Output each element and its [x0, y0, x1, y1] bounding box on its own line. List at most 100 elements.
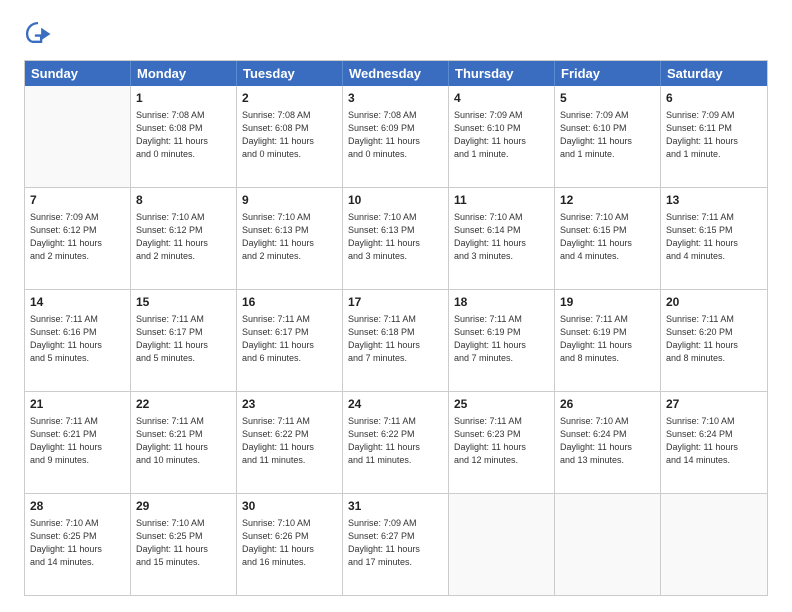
day-number: 15	[136, 294, 231, 311]
cell-details: Sunrise: 7:09 AM Sunset: 6:27 PM Dayligh…	[348, 517, 443, 569]
calendar-row: 7Sunrise: 7:09 AM Sunset: 6:12 PM Daylig…	[25, 187, 767, 289]
cell-details: Sunrise: 7:10 AM Sunset: 6:14 PM Dayligh…	[454, 211, 549, 263]
header	[24, 20, 768, 48]
cell-details: Sunrise: 7:09 AM Sunset: 6:11 PM Dayligh…	[666, 109, 762, 161]
day-number: 7	[30, 192, 125, 209]
day-number: 14	[30, 294, 125, 311]
calendar-cell: 23 Sunrise: 7:11 AM Sunset: 6:22 PM Dayli…	[237, 392, 343, 493]
calendar-row: 28 Sunrise: 7:10 AM Sunset: 6:25 PM Dayli…	[25, 493, 767, 595]
day-number: 4	[454, 90, 549, 107]
calendar: SundayMondayTuesdayWednesdayThursdayFrid…	[24, 60, 768, 596]
cell-details: Sunrise: 7:11 AM Sunset: 6:23 PM Dayligh…	[454, 415, 549, 467]
day-number: 11	[454, 192, 549, 209]
day-number: 18	[454, 294, 549, 311]
cell-details: Sunrise: 7:09 AM Sunset: 6:10 PM Dayligh…	[560, 109, 655, 161]
calendar-row: 1 Sunrise: 7:08 AM Sunset: 6:08 PM Daylig…	[25, 86, 767, 187]
calendar-cell: 11 Sunrise: 7:10 AM Sunset: 6:14 PM Dayli…	[449, 188, 555, 289]
day-number: 31	[348, 498, 443, 515]
day-number: 17	[348, 294, 443, 311]
calendar-cell: 19 Sunrise: 7:11 AM Sunset: 6:19 PM Dayli…	[555, 290, 661, 391]
calendar-cell	[449, 494, 555, 595]
day-number: 9	[242, 192, 337, 209]
calendar-cell	[661, 494, 767, 595]
day-number: 19	[560, 294, 655, 311]
calendar-cell: 7Sunrise: 7:09 AM Sunset: 6:12 PM Daylig…	[25, 188, 131, 289]
calendar-cell: 1 Sunrise: 7:08 AM Sunset: 6:08 PM Daylig…	[131, 86, 237, 187]
cell-details: Sunrise: 7:11 AM Sunset: 6:19 PM Dayligh…	[560, 313, 655, 365]
calendar-header-cell: Tuesday	[237, 61, 343, 86]
cell-details: Sunrise: 7:10 AM Sunset: 6:15 PM Dayligh…	[560, 211, 655, 263]
calendar-row: 21 Sunrise: 7:11 AM Sunset: 6:21 PM Dayli…	[25, 391, 767, 493]
calendar-cell: 29 Sunrise: 7:10 AM Sunset: 6:25 PM Dayli…	[131, 494, 237, 595]
day-number: 16	[242, 294, 337, 311]
calendar-row: 14 Sunrise: 7:11 AM Sunset: 6:16 PM Dayli…	[25, 289, 767, 391]
day-number: 22	[136, 396, 231, 413]
calendar-header-cell: Wednesday	[343, 61, 449, 86]
day-number: 27	[666, 396, 762, 413]
day-number: 21	[30, 396, 125, 413]
calendar-cell: 12Sunrise: 7:10 AM Sunset: 6:15 PM Dayli…	[555, 188, 661, 289]
calendar-cell: 30 Sunrise: 7:10 AM Sunset: 6:26 PM Dayli…	[237, 494, 343, 595]
cell-details: Sunrise: 7:11 AM Sunset: 6:18 PM Dayligh…	[348, 313, 443, 365]
day-number: 1	[136, 90, 231, 107]
day-number: 3	[348, 90, 443, 107]
calendar-cell: 3 Sunrise: 7:08 AM Sunset: 6:09 PM Daylig…	[343, 86, 449, 187]
day-number: 5	[560, 90, 655, 107]
day-number: 10	[348, 192, 443, 209]
calendar-cell: 9 Sunrise: 7:10 AM Sunset: 6:13 PM Daylig…	[237, 188, 343, 289]
calendar-cell: 20 Sunrise: 7:11 AM Sunset: 6:20 PM Dayli…	[661, 290, 767, 391]
cell-details: Sunrise: 7:11 AM Sunset: 6:20 PM Dayligh…	[666, 313, 762, 365]
cell-details: Sunrise: 7:11 AM Sunset: 6:21 PM Dayligh…	[30, 415, 125, 467]
calendar-header: SundayMondayTuesdayWednesdayThursdayFrid…	[25, 61, 767, 86]
logo	[24, 20, 56, 48]
day-number: 29	[136, 498, 231, 515]
calendar-body: 1 Sunrise: 7:08 AM Sunset: 6:08 PM Daylig…	[25, 86, 767, 595]
page: SundayMondayTuesdayWednesdayThursdayFrid…	[0, 0, 792, 612]
day-number: 24	[348, 396, 443, 413]
cell-details: Sunrise: 7:10 AM Sunset: 6:13 PM Dayligh…	[242, 211, 337, 263]
cell-details: Sunrise: 7:10 AM Sunset: 6:12 PM Dayligh…	[136, 211, 231, 263]
day-number: 20	[666, 294, 762, 311]
cell-details: Sunrise: 7:09 AM Sunset: 6:10 PM Dayligh…	[454, 109, 549, 161]
calendar-cell: 31 Sunrise: 7:09 AM Sunset: 6:27 PM Dayli…	[343, 494, 449, 595]
cell-details: Sunrise: 7:11 AM Sunset: 6:22 PM Dayligh…	[242, 415, 337, 467]
cell-details: Sunrise: 7:11 AM Sunset: 6:17 PM Dayligh…	[136, 313, 231, 365]
cell-details: Sunrise: 7:11 AM Sunset: 6:17 PM Dayligh…	[242, 313, 337, 365]
cell-details: Sunrise: 7:08 AM Sunset: 6:08 PM Dayligh…	[136, 109, 231, 161]
cell-details: Sunrise: 7:11 AM Sunset: 6:22 PM Dayligh…	[348, 415, 443, 467]
calendar-cell: 26 Sunrise: 7:10 AM Sunset: 6:24 PM Dayli…	[555, 392, 661, 493]
day-number: 2	[242, 90, 337, 107]
cell-details: Sunrise: 7:10 AM Sunset: 6:25 PM Dayligh…	[136, 517, 231, 569]
calendar-cell: 16 Sunrise: 7:11 AM Sunset: 6:17 PM Dayli…	[237, 290, 343, 391]
cell-details: Sunrise: 7:11 AM Sunset: 6:15 PM Dayligh…	[666, 211, 762, 263]
calendar-cell: 5 Sunrise: 7:09 AM Sunset: 6:10 PM Daylig…	[555, 86, 661, 187]
calendar-cell: 17 Sunrise: 7:11 AM Sunset: 6:18 PM Dayli…	[343, 290, 449, 391]
calendar-cell: 27 Sunrise: 7:10 AM Sunset: 6:24 PM Dayli…	[661, 392, 767, 493]
cell-details: Sunrise: 7:10 AM Sunset: 6:26 PM Dayligh…	[242, 517, 337, 569]
cell-details: Sunrise: 7:10 AM Sunset: 6:13 PM Dayligh…	[348, 211, 443, 263]
calendar-header-cell: Thursday	[449, 61, 555, 86]
day-number: 30	[242, 498, 337, 515]
logo-icon	[24, 20, 52, 48]
calendar-cell: 21 Sunrise: 7:11 AM Sunset: 6:21 PM Dayli…	[25, 392, 131, 493]
calendar-header-cell: Sunday	[25, 61, 131, 86]
calendar-cell: 14 Sunrise: 7:11 AM Sunset: 6:16 PM Dayli…	[25, 290, 131, 391]
cell-details: Sunrise: 7:08 AM Sunset: 6:08 PM Dayligh…	[242, 109, 337, 161]
calendar-cell: 25Sunrise: 7:11 AM Sunset: 6:23 PM Dayli…	[449, 392, 555, 493]
calendar-cell: 28 Sunrise: 7:10 AM Sunset: 6:25 PM Dayli…	[25, 494, 131, 595]
calendar-cell: 18Sunrise: 7:11 AM Sunset: 6:19 PM Dayli…	[449, 290, 555, 391]
cell-details: Sunrise: 7:10 AM Sunset: 6:24 PM Dayligh…	[560, 415, 655, 467]
cell-details: Sunrise: 7:08 AM Sunset: 6:09 PM Dayligh…	[348, 109, 443, 161]
day-number: 23	[242, 396, 337, 413]
day-number: 26	[560, 396, 655, 413]
day-number: 6	[666, 90, 762, 107]
day-number: 8	[136, 192, 231, 209]
calendar-cell	[25, 86, 131, 187]
cell-details: Sunrise: 7:11 AM Sunset: 6:16 PM Dayligh…	[30, 313, 125, 365]
cell-details: Sunrise: 7:10 AM Sunset: 6:24 PM Dayligh…	[666, 415, 762, 467]
day-number: 28	[30, 498, 125, 515]
calendar-cell	[555, 494, 661, 595]
calendar-cell: 2 Sunrise: 7:08 AM Sunset: 6:08 PM Daylig…	[237, 86, 343, 187]
calendar-header-cell: Saturday	[661, 61, 767, 86]
cell-details: Sunrise: 7:10 AM Sunset: 6:25 PM Dayligh…	[30, 517, 125, 569]
